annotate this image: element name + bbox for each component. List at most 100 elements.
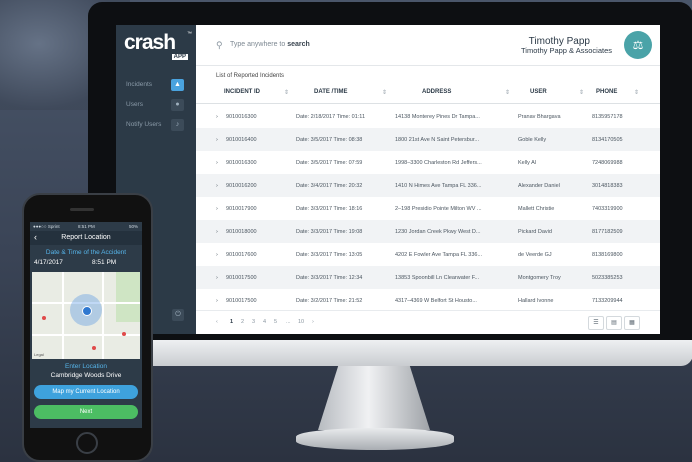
user-icon: ● <box>171 99 184 111</box>
time-field[interactable]: 8:51 PM <box>92 259 116 266</box>
cell-phone: 7403319900 <box>592 206 623 212</box>
expand-chevron-icon[interactable]: › <box>216 160 218 166</box>
cell-phone: 7133209944 <box>592 298 623 304</box>
pagination: ‹ 1 2 3 4 5 ... 10 › ☰ ▤ ▦ <box>196 310 660 334</box>
sort-icon[interactable]: ⇕ <box>382 89 387 96</box>
map-park <box>116 272 140 322</box>
logo-word: crash <box>124 31 176 54</box>
monitor-chin <box>88 340 692 366</box>
logo-sub: APP <box>171 54 188 60</box>
cell-date-time: Date: 3/3/2017 Time: 18:16 <box>296 206 363 212</box>
app-logo: crash APP ™ <box>124 31 192 65</box>
table-row[interactable]: › 9010017600 Date: 3/3/2017 Time: 13:05 420… <box>196 243 660 266</box>
power-icon[interactable]: ⏻ <box>172 309 184 321</box>
page-5[interactable]: 5 <box>274 319 277 325</box>
column-header-incident-id[interactable]: INCIDENT ID <box>224 89 260 95</box>
cell-incident-id: 9010017600 <box>226 252 257 258</box>
expand-chevron-icon[interactable]: › <box>216 252 218 258</box>
cell-address: 4202 E Fowler Ave Tampa FL 336... <box>395 252 483 258</box>
table-row[interactable]: › 9010016300 Date: 3/5/2017 Time: 07:59 199… <box>196 151 660 174</box>
page-2[interactable]: 2 <box>241 319 244 325</box>
column-header-user[interactable]: USER <box>530 89 547 95</box>
user-company: Timothy Papp & Associates <box>520 46 612 55</box>
map-road <box>62 272 64 359</box>
phone-speaker <box>70 208 94 211</box>
cell-address: 1230 Jordan Creek Pkwy West D... <box>395 229 481 235</box>
sort-icon[interactable]: ⇕ <box>284 89 289 96</box>
table-row[interactable]: › 9010018000 Date: 3/3/2017 Time: 19:08 123… <box>196 220 660 243</box>
document-icon[interactable]: ▤ <box>606 316 622 330</box>
map[interactable]: Legal <box>32 272 140 359</box>
phone-screen: ●●●○○ Sprint 8:51 PM 50% ‹ Report Locati… <box>30 222 142 428</box>
avatar[interactable]: ⚖ <box>624 31 652 59</box>
table-row[interactable]: › 9010016400 Date: 3/5/2017 Time: 08:38 180… <box>196 128 660 151</box>
phone-status-bar: ●●●○○ Sprint 8:51 PM 50% <box>30 222 142 230</box>
sort-icon[interactable]: ⇕ <box>634 89 639 96</box>
cell-incident-id: 9010018000 <box>226 229 257 235</box>
expand-chevron-icon[interactable]: › <box>216 298 218 304</box>
list-view-icon[interactable]: ☰ <box>588 316 604 330</box>
column-header-date[interactable]: DATE /TIME <box>314 89 348 95</box>
cell-phone: 7248069988 <box>592 160 623 166</box>
column-header-address[interactable]: ADDRESS <box>422 89 451 95</box>
expand-chevron-icon[interactable]: › <box>216 206 218 212</box>
location-field[interactable]: Cambridge Woods Drive <box>30 372 142 379</box>
cell-phone: 5023385253 <box>592 275 623 281</box>
sidebar-item-notify-users[interactable]: Notify Users ♪ <box>116 117 196 135</box>
next-page-button[interactable]: › <box>312 319 314 325</box>
logo-tm: ™ <box>187 31 192 37</box>
phone-header: ‹ Report Location <box>30 231 142 245</box>
carrier: ●●●○○ Sprint <box>33 224 60 229</box>
cell-incident-id: 9010016400 <box>226 137 257 143</box>
phone-home-button[interactable] <box>76 432 98 454</box>
sidebar-item-users[interactable]: Users ● <box>116 97 196 115</box>
cell-user: Mallett Christie <box>518 206 555 212</box>
table-row[interactable]: › 9010017900 Date: 3/3/2017 Time: 18:16 2–1… <box>196 197 660 220</box>
column-header-phone[interactable]: PHONE <box>596 89 617 95</box>
date-time-label: Date & Time of the Accident <box>45 249 127 256</box>
map-legal: Legal <box>34 352 44 357</box>
map-pin-icon <box>42 316 46 320</box>
table-row[interactable]: › 9010016300 Date: 2/18/2017 Time: 01:11 14… <box>196 105 660 128</box>
map-current-location-button[interactable]: Map my Current Location <box>34 385 138 399</box>
map-road <box>102 272 104 359</box>
sidebar-item-label: Users <box>126 101 143 108</box>
cell-address: 1800 21st Ave N Saint Petersbur... <box>395 137 479 143</box>
cell-date-time: Date: 3/3/2017 Time: 13:05 <box>296 252 363 258</box>
expand-chevron-icon[interactable]: › <box>216 229 218 235</box>
cell-phone: 8134170505 <box>592 137 623 143</box>
cell-incident-id: 9010017500 <box>226 275 257 281</box>
cell-user: Pickard David <box>518 229 552 235</box>
sort-icon[interactable]: ⇕ <box>579 89 584 96</box>
page-10[interactable]: 10 <box>298 319 304 325</box>
export-icon[interactable]: ▦ <box>624 316 640 330</box>
cell-address: 1998–3300 Charleston Rd Jeffers... <box>395 160 482 166</box>
desktop-screen: crash APP ™ Incidents ▲ Users ● Notify U… <box>116 25 660 334</box>
expand-chevron-icon[interactable]: › <box>216 114 218 120</box>
sort-icon[interactable]: ⇕ <box>505 89 510 96</box>
search-input[interactable]: Type anywhere to search <box>230 41 310 48</box>
expand-chevron-icon[interactable]: › <box>216 137 218 143</box>
current-location-dot <box>82 306 92 316</box>
date-field[interactable]: 4/17/2017 <box>34 259 63 266</box>
prev-page-button[interactable]: ‹ <box>216 319 218 325</box>
cell-date-time: Date: 3/4/2017 Time: 20:32 <box>296 183 363 189</box>
cell-user: Alexander Daniel <box>518 183 560 189</box>
cell-user: Pranav Bhargava <box>518 114 561 120</box>
next-button[interactable]: Next <box>34 405 138 419</box>
expand-chevron-icon[interactable]: › <box>216 275 218 281</box>
table-row[interactable]: › 9010017500 Date: 3/3/2017 Time: 12:34 138… <box>196 266 660 289</box>
sidebar-item-incidents[interactable]: Incidents ▲ <box>116 77 196 95</box>
cell-date-time: Date: 3/3/2017 Time: 19:08 <box>296 229 363 235</box>
cell-address: 13853 Spoonbill Ln Clearwater F... <box>395 275 480 281</box>
sidebar-item-label: Notify Users <box>126 121 162 128</box>
cell-incident-id: 9010016200 <box>226 183 257 189</box>
page-4[interactable]: 4 <box>263 319 266 325</box>
cell-incident-id: 9010016300 <box>226 160 257 166</box>
table-row[interactable]: › 9010016200 Date: 3/4/2017 Time: 20:32 141… <box>196 174 660 197</box>
map-pin-icon <box>92 346 96 350</box>
table-row[interactable]: › 9010017500 Date: 3/2/2017 Time: 21:52 431… <box>196 289 660 312</box>
expand-chevron-icon[interactable]: › <box>216 183 218 189</box>
page-1[interactable]: 1 <box>230 319 233 325</box>
page-3[interactable]: 3 <box>252 319 255 325</box>
